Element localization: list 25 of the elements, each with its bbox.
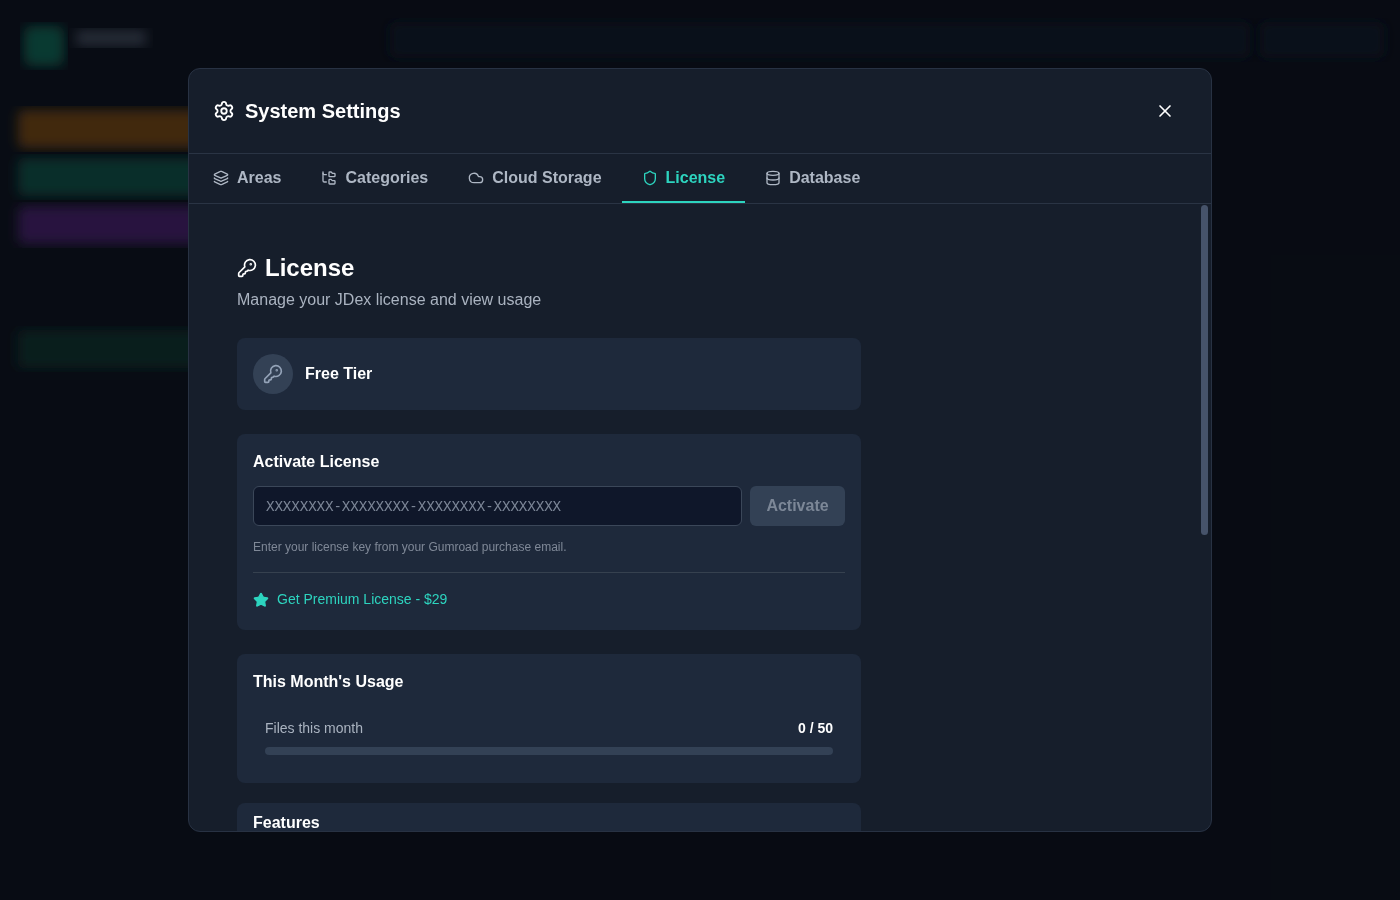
dialog-title: System Settings	[245, 99, 401, 124]
scrollbar-thumb[interactable]	[1201, 205, 1208, 535]
tier-label: Free Tier	[305, 364, 373, 384]
shield-icon	[641, 169, 658, 186]
usage-label: Files this month	[265, 719, 364, 738]
usage-reading: 0 / 50	[797, 719, 833, 738]
key-icon	[253, 354, 293, 394]
card-title: Activate License	[253, 452, 381, 472]
section-subtitle: Manage your JDex license and view usage	[237, 290, 543, 310]
section-title: License	[265, 253, 355, 283]
blurred-logo	[24, 26, 64, 66]
layers-icon	[213, 169, 229, 186]
key-icon	[237, 258, 257, 278]
settings-icon	[213, 100, 235, 122]
card-title: Features	[253, 813, 321, 831]
settings-tab[interactable]: Categories	[301, 154, 449, 203]
settings-tab[interactable]: Areas	[193, 154, 302, 203]
settings-tab[interactable]: License	[621, 154, 746, 203]
settings-tab[interactable]: Database	[745, 154, 881, 203]
star-icon	[253, 591, 269, 608]
hint-text: Enter your license key from your Gumroad purchase email.	[253, 539, 568, 556]
database-icon	[765, 169, 782, 186]
card-title: This Month's Usage	[253, 672, 405, 692]
folder-tree-icon	[321, 169, 338, 186]
settings-tab[interactable]: Cloud Storage	[448, 154, 622, 203]
